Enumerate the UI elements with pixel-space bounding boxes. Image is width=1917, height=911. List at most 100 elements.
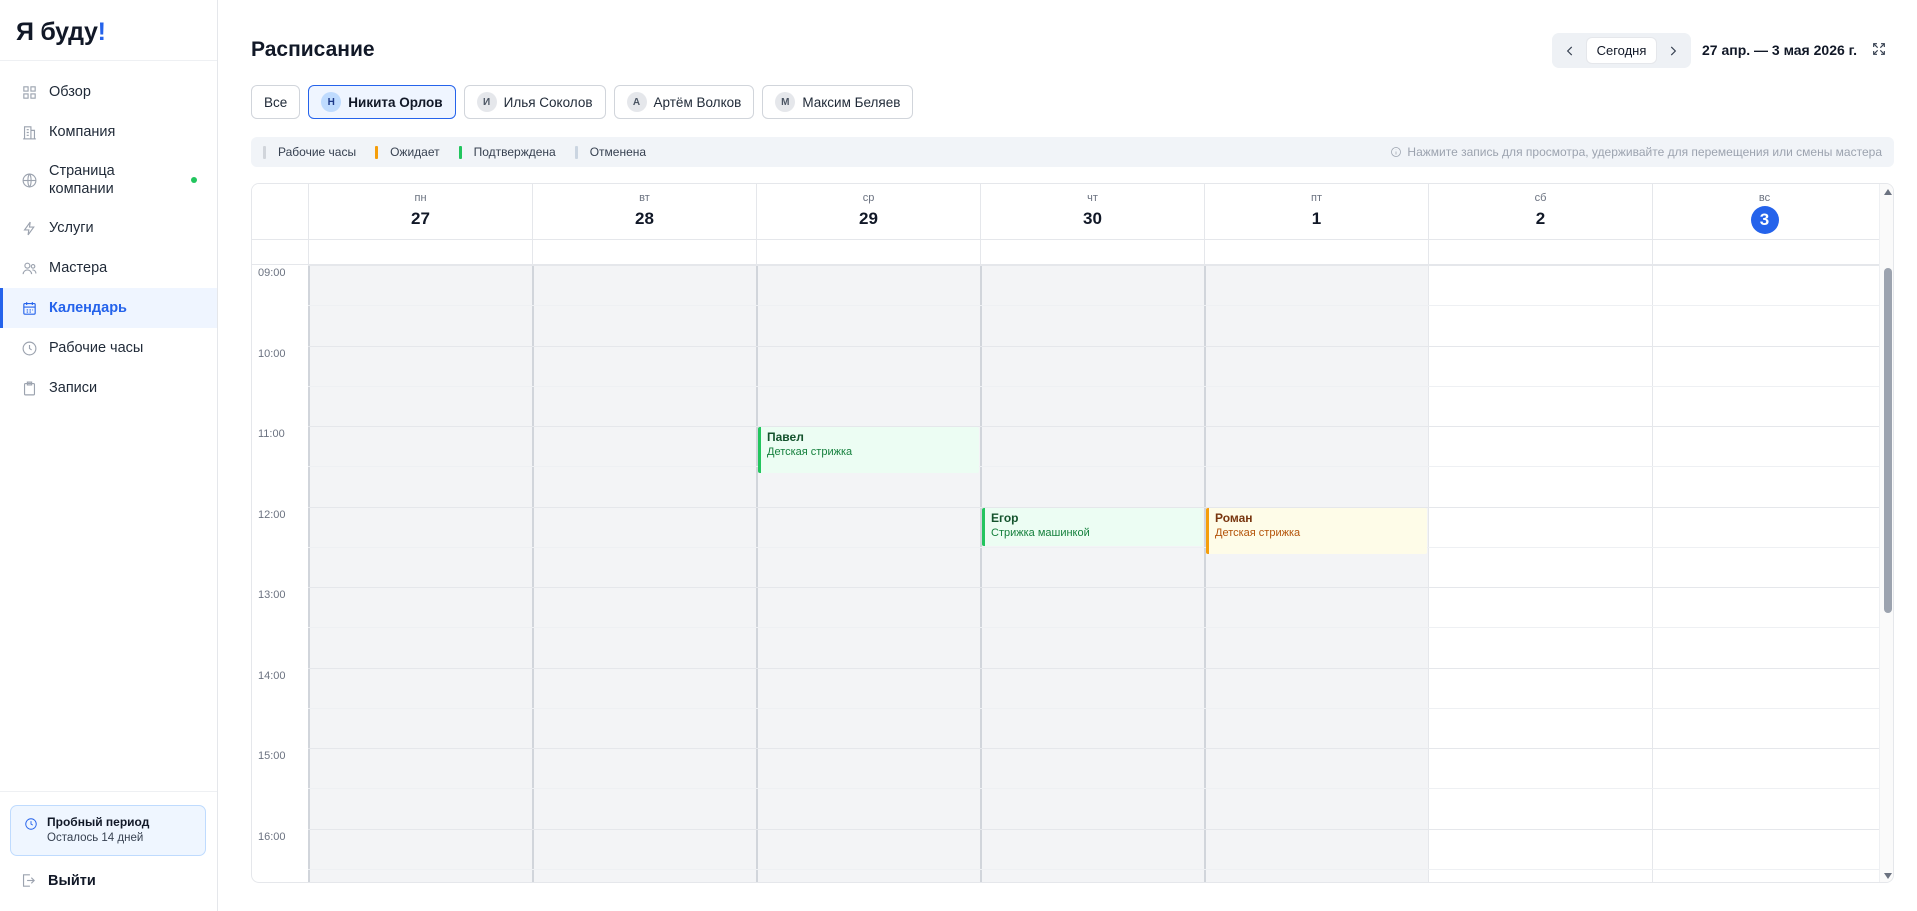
time-label: 10:00 xyxy=(258,347,286,360)
date-range: 27 апр. — 3 мая 2026 г. xyxy=(1702,42,1857,58)
time-label: 13:00 xyxy=(258,589,286,601)
day-column[interactable] xyxy=(308,265,532,882)
time-label: 14:00 xyxy=(258,669,286,682)
sidebar-item-label: Компания xyxy=(49,124,116,140)
day-column[interactable] xyxy=(980,265,1204,882)
legend-label: Рабочие часы xyxy=(278,145,357,159)
day-header[interactable]: ср 29 xyxy=(756,184,980,240)
calendar-scrollbar[interactable] xyxy=(1879,184,1893,882)
all-day-cell[interactable] xyxy=(1204,240,1428,265)
sidebar-item-5[interactable]: Календарь xyxy=(0,288,217,328)
logout-button[interactable]: Выйти xyxy=(20,872,96,889)
day-of-week: вс xyxy=(1758,192,1771,204)
calendar-header: пн 27 вт 28 ср 29 чт 30 пт 1 сб 2 вс 3 xyxy=(252,184,1879,240)
sidebar-item-6[interactable]: Рабочие часы xyxy=(0,328,217,368)
half-hour-gridline xyxy=(308,868,1879,870)
scroll-thumb[interactable] xyxy=(1884,268,1892,613)
half-hour-gridline xyxy=(308,627,1879,629)
all-day-row xyxy=(252,240,1879,265)
day-header[interactable]: чт 30 xyxy=(980,184,1204,240)
trial-banner[interactable]: Пробный период Осталось 14 дней xyxy=(10,805,206,856)
calendar-icon xyxy=(20,299,38,317)
users-icon xyxy=(20,259,38,277)
master-filter-chip[interactable]: Все xyxy=(251,85,301,119)
master-filter-chip[interactable]: М Максим Беляев xyxy=(762,85,914,119)
day-column[interactable] xyxy=(756,265,980,882)
day-header[interactable]: пт 1 xyxy=(1204,184,1428,240)
event-service: Стрижка машинкой xyxy=(991,526,1090,539)
day-header[interactable]: вс 3 xyxy=(1652,184,1876,240)
master-filter-chip[interactable]: А Артём Волков xyxy=(613,85,755,119)
time-label: 11:00 xyxy=(258,428,285,440)
legend-label: Отменена xyxy=(589,145,647,159)
clock-icon xyxy=(24,817,38,831)
filter-label: Илья Соколов xyxy=(503,94,593,110)
master-filter-chip[interactable]: И Илья Соколов xyxy=(463,85,606,119)
all-day-cell[interactable] xyxy=(308,240,532,265)
day-column[interactable] xyxy=(532,265,756,882)
filter-label: Артём Волков xyxy=(653,94,742,110)
trial-title: Пробный период xyxy=(47,815,150,829)
event-client-name: Павел xyxy=(767,430,804,444)
sidebar-divider xyxy=(0,791,217,792)
avatar: А xyxy=(626,92,647,112)
event-client-name: Роман xyxy=(1215,510,1253,525)
prev-week-button[interactable] xyxy=(1558,39,1582,63)
master-filters: Все Н Никита Орлов И Илья Соколов А Артём Волк… xyxy=(251,85,914,119)
day-number: 30 xyxy=(1083,209,1102,228)
all-day-cell[interactable] xyxy=(756,240,980,265)
today-button[interactable]: Сегодня xyxy=(1586,38,1657,63)
next-week-button[interactable] xyxy=(1661,39,1685,63)
all-day-cell[interactable] xyxy=(532,240,756,265)
calendar-body: 09:00 10:00 11:00 12:00 13:00 14:00 15:00 16:00… xyxy=(252,265,1879,882)
half-hour-gridline xyxy=(308,466,1879,468)
appointment-event[interactable]: Павел Детская стрижка xyxy=(758,427,979,474)
sidebar-item-label: Записи xyxy=(49,380,98,396)
sidebar-item-1[interactable]: Компания xyxy=(0,112,217,152)
all-day-cell[interactable] xyxy=(1652,240,1876,265)
day-header[interactable]: пн 27 xyxy=(308,184,532,240)
sidebar-item-4[interactable]: Мастера xyxy=(0,248,217,288)
sidebar-item-0[interactable]: Обзор xyxy=(0,72,217,112)
legend-swatch xyxy=(263,145,266,159)
scroll-down-arrow[interactable] xyxy=(1883,871,1893,881)
day-number: 2 xyxy=(1535,209,1546,228)
chevron-left-icon xyxy=(1566,46,1573,55)
grid-icon xyxy=(20,83,38,101)
avatar: М xyxy=(775,92,796,112)
sidebar-item-7[interactable]: Записи xyxy=(0,368,217,408)
fullscreen-button[interactable] xyxy=(1871,41,1889,59)
day-column[interactable] xyxy=(1204,265,1428,882)
all-day-cell[interactable] xyxy=(980,240,1204,265)
day-of-week: ср xyxy=(862,192,875,204)
sidebar-item-label: Страница компании xyxy=(49,163,115,197)
page-title: Расписание xyxy=(251,38,375,61)
half-hour-gridline xyxy=(308,788,1879,790)
all-day-cell[interactable] xyxy=(1428,240,1652,265)
appointment-event[interactable]: Егор Стрижка машинкой xyxy=(982,507,1203,546)
scroll-up-arrow[interactable] xyxy=(1883,187,1893,197)
legend-swatch xyxy=(458,145,462,159)
today-date-badge: 3 xyxy=(1750,206,1779,234)
avatar: Н xyxy=(321,92,342,112)
master-filter-chip[interactable]: Н Никита Орлов xyxy=(308,85,456,119)
day-header[interactable]: сб 2 xyxy=(1428,184,1652,240)
filter-label: Никита Орлов xyxy=(348,94,443,110)
day-of-week: чт xyxy=(1087,192,1098,204)
day-column[interactable] xyxy=(1428,265,1652,882)
logo-text: Я буду xyxy=(16,18,98,46)
legend-item: Рабочие часы xyxy=(263,145,356,159)
expand-icon xyxy=(1873,43,1885,55)
logo[interactable]: Я буду! xyxy=(16,18,106,47)
sidebar-item-3[interactable]: Услуги xyxy=(0,208,217,248)
sidebar-item-2[interactable]: Страница компании xyxy=(0,152,217,208)
legend-hint-text: Нажмите запись для просмотра, удерживайт… xyxy=(1407,145,1882,159)
sidebar: Я буду! Обзор Компания Страница компании Ус… xyxy=(0,0,218,911)
appointment-event[interactable]: Роман Детская стрижка xyxy=(1206,507,1427,554)
chevron-right-icon xyxy=(1670,46,1677,55)
logout-label: Выйти xyxy=(48,872,96,889)
day-column[interactable] xyxy=(1652,265,1876,882)
day-of-week: пт xyxy=(1311,192,1322,204)
day-header[interactable]: вт 28 xyxy=(532,184,756,240)
half-hour-gridline xyxy=(308,385,1879,387)
